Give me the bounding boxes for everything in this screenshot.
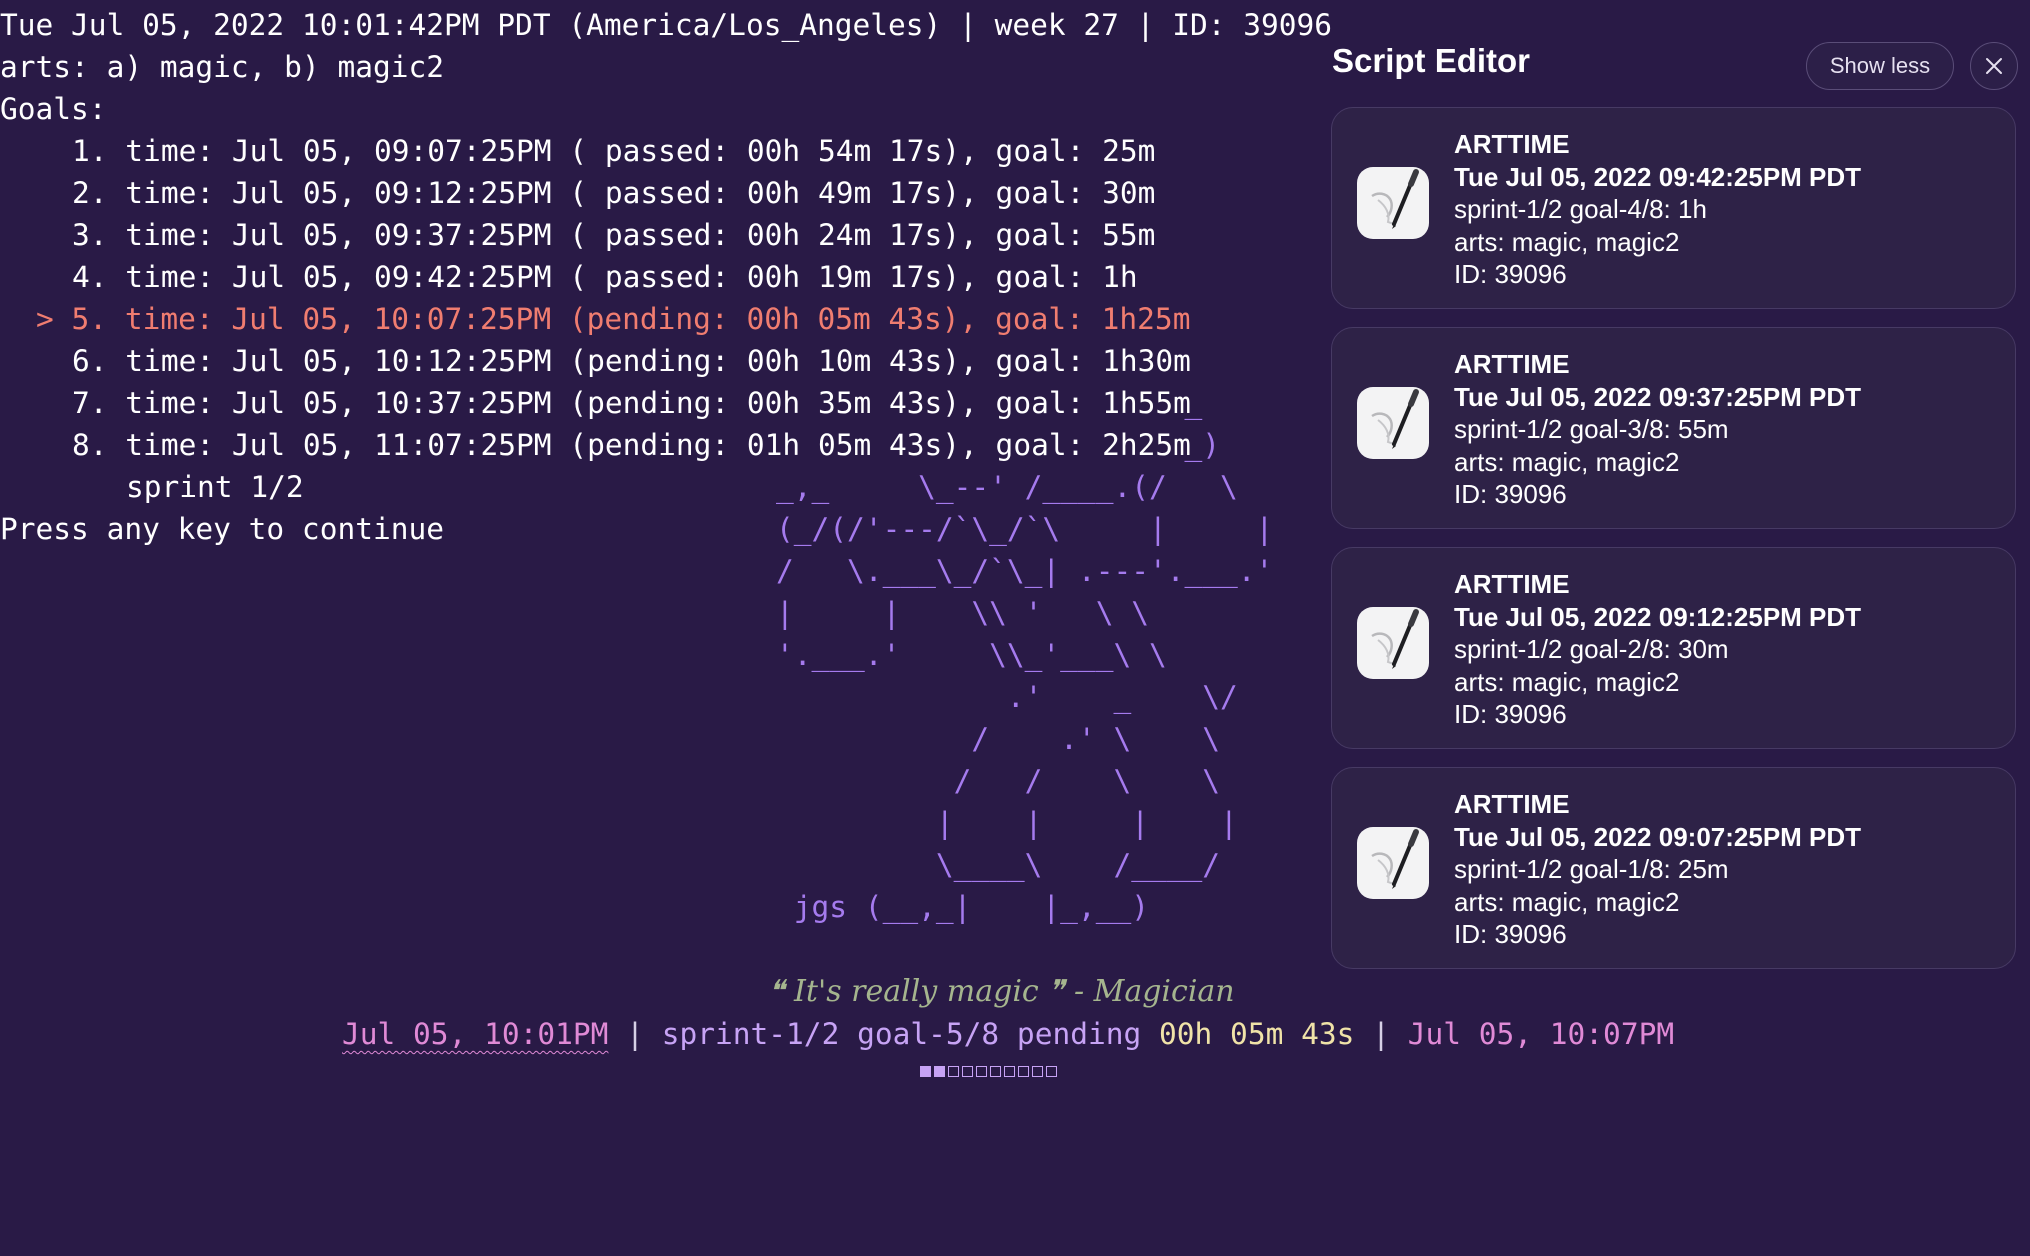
goal-row: 4. time: Jul 05, 09:42:25PM ( passed: 00…: [72, 256, 1138, 298]
notification-arts: arts: magic, magic2: [1454, 886, 1680, 917]
goal-text: time: Jul 05, 09:12:25PM ( passed: 00h 4…: [125, 176, 1156, 210]
notification-id: ID: 39096: [1454, 259, 1567, 289]
progress-square-empty: [1004, 1066, 1015, 1077]
status-start-time: Jul 05, 10:01PM: [342, 1017, 609, 1051]
progress-square-empty: [976, 1066, 987, 1077]
notification-id: ID: 39096: [1454, 479, 1567, 509]
goal-number: 4.: [72, 260, 108, 294]
goal-row: 3. time: Jul 05, 09:37:25PM ( passed: 00…: [72, 214, 1155, 256]
progress-square-empty: [1046, 1066, 1057, 1077]
active-goal-marker: >: [36, 302, 54, 336]
sprint-line: sprint 1/2: [126, 470, 304, 504]
show-less-button[interactable]: Show less: [1806, 42, 1954, 90]
ascii-art-magician: _ _) _,_ \_--' /____.(/ \ (_/(/'---/`\_/…: [776, 386, 1274, 924]
notification-text: ARTTIME Tue Jul 05, 2022 09:12:25PM PDT …: [1454, 568, 1861, 731]
notification-datetime: Tue Jul 05, 2022 09:42:25PM PDT: [1454, 161, 1862, 192]
script-editor-icon: [1357, 167, 1429, 239]
notification-card[interactable]: ARTTIME Tue Jul 05, 2022 09:07:25PM PDT …: [1331, 767, 2016, 969]
notification-text: ARTTIME Tue Jul 05, 2022 09:42:25PM PDT …: [1454, 128, 1861, 291]
notification-id: ID: 39096: [1454, 699, 1567, 729]
terminal-window[interactable]: Tue Jul 05, 2022 10:01:42PM PDT (America…: [0, 0, 1674, 1256]
notification-datetime: Tue Jul 05, 2022 09:37:25PM PDT: [1454, 381, 1862, 412]
script-editor-icon: [1357, 607, 1429, 679]
press-any-key-prompt: Press any key to continue: [0, 512, 445, 546]
status-separator: |: [608, 1017, 662, 1051]
status-sprint-goal: sprint-1/2 goal-5/8 pending: [661, 1017, 1160, 1051]
goal-text: time: Jul 05, 09:07:25PM ( passed: 00h 5…: [125, 134, 1156, 168]
notification-goal: sprint-1/2 goal-2/8: 30m: [1454, 634, 1729, 664]
notification-card[interactable]: ARTTIME Tue Jul 05, 2022 09:37:25PM PDT …: [1331, 327, 2016, 529]
goal-number: 2.: [72, 176, 108, 210]
sprint-progress-indicator: [920, 1066, 1057, 1077]
progress-square-empty: [1018, 1066, 1029, 1077]
goal-number: 8.: [72, 428, 108, 462]
notification-arts: arts: magic, magic2: [1454, 226, 1680, 257]
notification-goal: sprint-1/2 goal-1/8: 25m: [1454, 854, 1729, 884]
close-button[interactable]: [1970, 42, 2018, 90]
goal-number: 5.: [71, 302, 108, 336]
arts-line: arts: a) magic, b) magic2: [0, 50, 445, 84]
goal-row: 1. time: Jul 05, 09:07:25PM ( passed: 00…: [72, 130, 1155, 172]
goal-text: time: Jul 05, 10:07:25PM (pending: 00h 0…: [124, 302, 1191, 336]
goals-heading: Goals:: [0, 92, 107, 126]
goal-number: 6.: [72, 344, 108, 378]
progress-square-empty: [948, 1066, 959, 1077]
goal-text: time: Jul 05, 09:37:25PM ( passed: 00h 2…: [125, 218, 1156, 252]
goal-number: 3.: [72, 218, 108, 252]
notification-app-name: ARTTIME: [1454, 789, 1570, 819]
progress-square-empty: [990, 1066, 1001, 1077]
notification-datetime: Tue Jul 05, 2022 09:07:25PM PDT: [1454, 821, 1862, 852]
header-line: Tue Jul 05, 2022 10:01:42PM PDT (America…: [0, 8, 1333, 42]
progress-square-empty: [1032, 1066, 1043, 1077]
goal-row: 2. time: Jul 05, 09:12:25PM ( passed: 00…: [72, 172, 1155, 214]
progress-square-filled: [920, 1066, 931, 1077]
goal-number: 1.: [72, 134, 108, 168]
progress-square-filled: [934, 1066, 945, 1077]
notification-app-name: ARTTIME: [1454, 129, 1570, 159]
notification-app-name: ARTTIME: [1454, 569, 1570, 599]
notification-arts: arts: magic, magic2: [1454, 446, 1680, 477]
goal-row: 6. time: Jul 05, 10:12:25PM (pending: 00…: [72, 340, 1191, 382]
notification-goal: sprint-1/2 goal-4/8: 1h: [1454, 194, 1707, 224]
script-editor-icon: [1357, 387, 1429, 459]
script-editor-icon: [1357, 827, 1429, 899]
panel-title: Script Editor: [1332, 42, 1531, 79]
status-countdown: 00h 05m 43s: [1159, 1017, 1355, 1051]
goal-row-active: > 5. time: Jul 05, 10:07:25PM (pending: …: [36, 298, 1190, 340]
close-icon: [1986, 58, 2002, 74]
notification-card[interactable]: ARTTIME Tue Jul 05, 2022 09:42:25PM PDT …: [1331, 107, 2016, 309]
notification-text: ARTTIME Tue Jul 05, 2022 09:37:25PM PDT …: [1454, 348, 1861, 511]
goal-number: 7.: [72, 386, 108, 420]
notification-id: ID: 39096: [1454, 919, 1567, 949]
notification-text: ARTTIME Tue Jul 05, 2022 09:07:25PM PDT …: [1454, 788, 1861, 951]
notification-datetime: Tue Jul 05, 2022 09:12:25PM PDT: [1454, 601, 1862, 632]
goal-text: time: Jul 05, 09:42:25PM ( passed: 00h 1…: [125, 260, 1138, 294]
goal-text: time: Jul 05, 10:12:25PM (pending: 00h 1…: [125, 344, 1191, 378]
notification-arts: arts: magic, magic2: [1454, 666, 1680, 697]
progress-square-empty: [962, 1066, 973, 1077]
notification-card[interactable]: ARTTIME Tue Jul 05, 2022 09:12:25PM PDT …: [1331, 547, 2016, 749]
notification-panel: Script Editor Show less ARTTIME Tue Jul …: [1330, 0, 2030, 1256]
notification-goal: sprint-1/2 goal-3/8: 55m: [1454, 414, 1729, 444]
notification-app-name: ARTTIME: [1454, 349, 1570, 379]
